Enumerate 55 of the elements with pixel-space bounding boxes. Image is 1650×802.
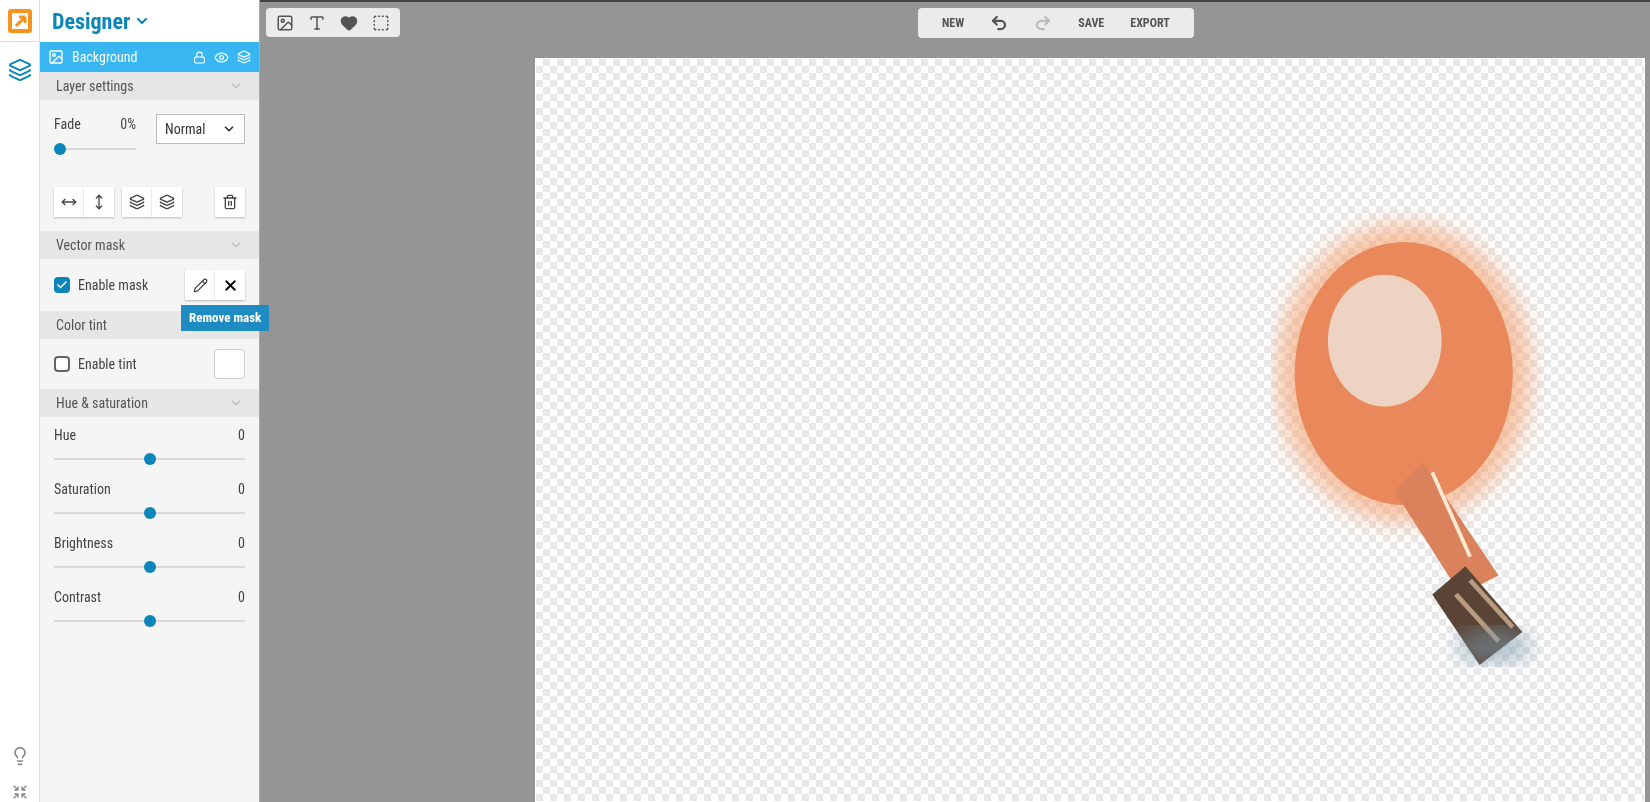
- checkbox[interactable]: [54, 356, 70, 372]
- layer-name: Background: [72, 47, 138, 67]
- layers-icon: [129, 194, 145, 210]
- send-backward-button[interactable]: [152, 187, 182, 217]
- menu-button[interactable]: NEW: [942, 14, 965, 32]
- check-icon: [56, 279, 68, 291]
- slider-reading: 0: [238, 426, 245, 445]
- lock-icon[interactable]: [193, 50, 206, 64]
- blend-mode-dropdown[interactable]: Normal: [156, 114, 245, 144]
- section-header[interactable]: Vector mask: [40, 231, 259, 259]
- bring-forward-button[interactable]: [122, 187, 152, 217]
- pencil-icon: [192, 277, 208, 293]
- checkbox-label: Enable tint: [78, 354, 137, 374]
- canvas[interactable]: [535, 58, 1645, 802]
- undo-icon[interactable]: [990, 14, 1009, 32]
- slider-thumb[interactable]: [143, 507, 156, 519]
- fade-reading: 0%: [120, 115, 136, 134]
- layers-icon: [159, 194, 175, 210]
- remove-mask-button[interactable]: [215, 270, 245, 300]
- fade-label: Fade: [54, 115, 81, 134]
- image-icon: [48, 49, 64, 65]
- add-text-icon[interactable]: [308, 13, 326, 32]
- section-header[interactable]: Layer settings: [40, 72, 259, 100]
- trash-icon: [222, 194, 238, 210]
- slider-thumb[interactable]: [143, 615, 156, 627]
- layers-icon[interactable]: [237, 50, 251, 64]
- slider-thumb[interactable]: [143, 561, 156, 573]
- logo-icon: [7, 8, 32, 33]
- eye-icon[interactable]: [214, 49, 229, 65]
- flip-horizontal-button[interactable]: [54, 187, 84, 217]
- delete-button[interactable]: [215, 187, 245, 217]
- slider-thumb[interactable]: [54, 143, 66, 155]
- edit-mask-button[interactable]: [185, 270, 215, 300]
- color-swatch[interactable]: [214, 349, 245, 379]
- slider-reading: 0: [238, 534, 245, 553]
- slider-reading: 0: [238, 588, 245, 607]
- slider-label: Saturation: [54, 480, 111, 499]
- slider-thumb[interactable]: [143, 453, 156, 465]
- shrink-icon[interactable]: [11, 784, 28, 800]
- tooltip: Remove mask: [181, 305, 270, 331]
- layers-icon[interactable]: [7, 58, 32, 82]
- slider-label: Brightness: [54, 534, 114, 553]
- add-shape-icon[interactable]: [340, 13, 358, 32]
- slider-label: Hue: [54, 426, 76, 445]
- add-image-icon[interactable]: [276, 13, 294, 32]
- checkbox-label: Enable mask: [78, 275, 149, 295]
- section-header[interactable]: Hue & saturation: [40, 389, 259, 417]
- checkbox[interactable]: [54, 277, 70, 293]
- slider-reading: 0: [238, 480, 245, 499]
- menu-button[interactable]: EXPORT: [1130, 14, 1170, 32]
- app-menu[interactable]: Designer: [40, 0, 259, 42]
- menu-button[interactable]: SAVE: [1078, 14, 1105, 32]
- slider-label: Contrast: [54, 588, 102, 607]
- add-frame-icon[interactable]: [372, 13, 390, 32]
- flip-vertical-button[interactable]: [84, 187, 114, 217]
